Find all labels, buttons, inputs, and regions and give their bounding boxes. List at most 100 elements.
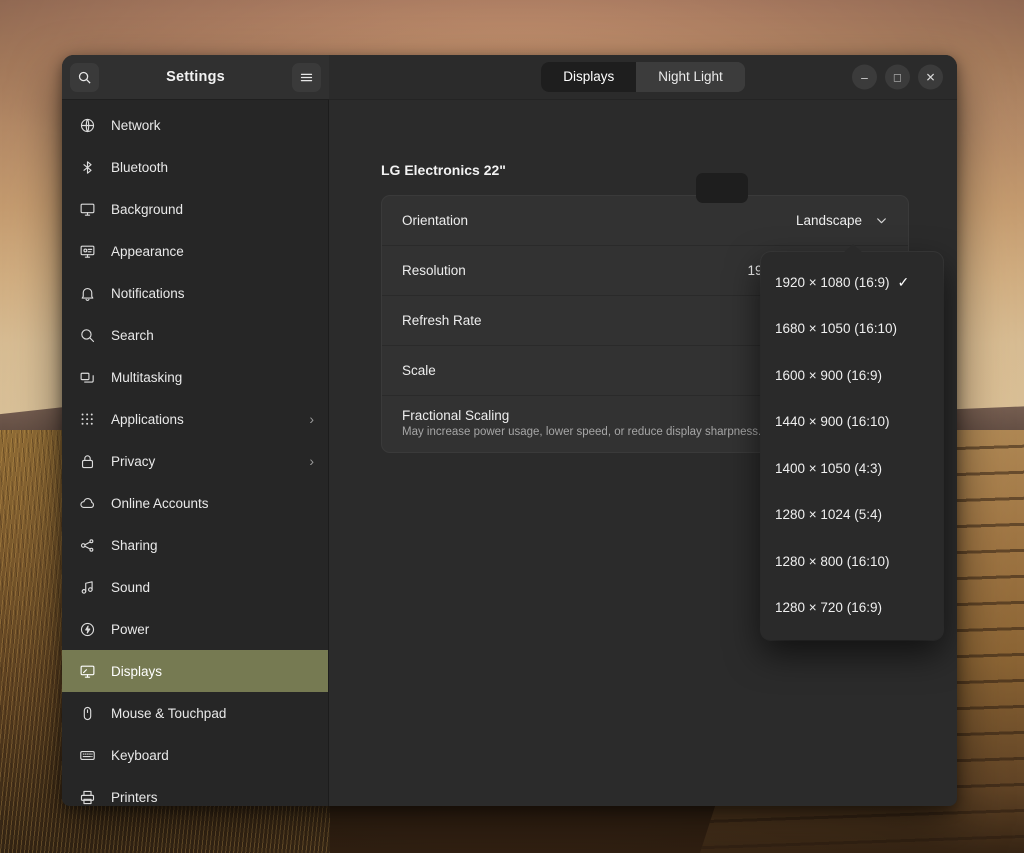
monitor-title: LG Electronics 22" [381,162,909,178]
sidebar-nav: Network Bluetooth Background Appearance Noti… [62,100,329,806]
sidebar-item-power[interactable]: Power [62,608,328,650]
resolution-dropdown-menu: 1920 × 1080 (16:9) ✓ 1680 × 1050 (16:10) 16… [761,252,943,640]
resolution-option[interactable]: 1680 × 1050 (16:10) [761,306,943,353]
display-icon [79,663,96,680]
scale-control-pill[interactable] [696,173,748,203]
sidebar-item-privacy[interactable]: Privacy › [62,440,328,482]
sidebar-item-label: Network [111,118,314,133]
sidebar-item-label: Power [111,622,314,637]
search-icon [77,70,92,85]
row-fractional-scaling-label: Fractional Scaling [402,408,509,423]
sidebar-item-applications[interactable]: Applications › [62,398,328,440]
sidebar-item-mouse-touchpad[interactable]: Mouse & Touchpad [62,692,328,734]
search-button[interactable] [70,63,99,92]
maximize-button[interactable]: □ [885,65,910,90]
row-orientation-label: Orientation [402,213,796,228]
cloud-icon [79,495,96,512]
sidebar-item-label: Sound [111,580,314,595]
sidebar-item-label: Search [111,328,314,343]
sidebar-item-sharing[interactable]: Sharing [62,524,328,566]
sidebar-item-multitasking[interactable]: Multitasking [62,356,328,398]
chevron-right-icon: › [309,453,314,469]
power-bolt-icon [79,621,96,638]
sidebar-item-printers[interactable]: Printers [62,776,328,806]
sidebar-item-search[interactable]: Search [62,314,328,356]
resolution-option[interactable]: 1440 × 900 (16:10) [761,399,943,446]
titlebar: Settings Displays Night Light [62,55,957,100]
row-fractional-scaling-description: May increase power usage, lower speed, o… [402,426,761,438]
desktop-wallpaper: Settings Displays Night Light [0,0,1024,853]
bluetooth-icon [79,159,96,176]
resolution-option-label: 1280 × 1024 (5:4) [775,507,882,522]
sidebar-item-label: Appearance [111,244,314,259]
tab-displays[interactable]: Displays [541,62,636,92]
window-controls: – □ ✕ [852,65,943,90]
grid-dots-icon [79,411,96,428]
share-icon [79,537,96,554]
resolution-option-label: 1400 × 1050 (4:3) [775,461,882,476]
sidebar-item-label: Background [111,202,314,217]
resolution-option[interactable]: 1600 × 900 (16:9) [761,352,943,399]
sidebar-item-label: Multitasking [111,370,314,385]
sidebar-item-label: Printers [111,790,314,805]
chevron-down-icon [875,214,888,227]
resolution-option-label: 1440 × 900 (16:10) [775,414,889,429]
printer-icon [79,789,96,806]
globe-icon [79,117,96,134]
sidebar-item-label: Notifications [111,286,314,301]
minimize-button[interactable]: – [852,65,877,90]
settings-window: Settings Displays Night Light [62,55,957,806]
sidebar-item-displays[interactable]: Displays [62,650,328,692]
resolution-option[interactable]: 1400 × 1050 (4:3) [761,445,943,492]
sidebar-item-label: Sharing [111,538,314,553]
sidebar-item-label: Keyboard [111,748,314,763]
monitor-icon [79,201,96,218]
resolution-option[interactable]: 1280 × 800 (16:10) [761,538,943,585]
tab-night-light[interactable]: Night Light [636,62,745,92]
sidebar-item-label: Displays [111,664,314,679]
resolution-option-label: 1680 × 1050 (16:10) [775,321,897,336]
row-resolution-label: Resolution [402,263,748,278]
sidebar-item-label: Bluetooth [111,160,314,175]
music-note-icon [79,579,96,596]
resolution-option[interactable]: 1920 × 1080 (16:9) ✓ [761,259,943,306]
resolution-option-label: 1920 × 1080 (16:9) [775,275,889,290]
bell-icon [79,285,96,302]
titlebar-main-header: Displays Night Light – □ ✕ [329,55,957,100]
window-title: Settings [105,69,286,85]
view-tabs: Displays Night Light [541,62,745,92]
lock-icon [79,453,96,470]
mouse-icon [79,705,96,722]
sidebar-item-appearance[interactable]: Appearance [62,230,328,272]
search-icon [79,327,96,344]
row-orientation-value[interactable]: Landscape [796,213,888,228]
sidebar-item-keyboard[interactable]: Keyboard [62,734,328,776]
sidebar-item-label: Mouse & Touchpad [111,706,314,721]
tab-displays-label: Displays [563,69,614,84]
sidebar-item-notifications[interactable]: Notifications [62,272,328,314]
check-icon: ✓ [897,274,911,291]
dropdown-pointer-arrow [843,244,863,253]
hamburger-menu-icon [299,70,314,85]
orientation-value-text: Landscape [796,213,862,228]
windows-icon [79,369,96,386]
sidebar-item-online-accounts[interactable]: Online Accounts [62,482,328,524]
titlebar-sidebar-header: Settings [62,55,329,100]
keyboard-icon [79,747,96,764]
close-button[interactable]: ✕ [918,65,943,90]
sidebar-item-label: Privacy [111,454,294,469]
sidebar-item-bluetooth[interactable]: Bluetooth [62,146,328,188]
resolution-option-label: 1280 × 800 (16:10) [775,554,889,569]
sidebar-item-sound[interactable]: Sound [62,566,328,608]
sidebar-item-label: Applications [111,412,294,427]
resolution-option[interactable]: 1280 × 720 (16:9) [761,585,943,632]
resolution-option[interactable]: 1280 × 1024 (5:4) [761,492,943,539]
sidebar-item-background[interactable]: Background [62,188,328,230]
chevron-right-icon: › [309,411,314,427]
sidebar-item-network[interactable]: Network [62,104,328,146]
tab-night-light-label: Night Light [658,69,723,84]
sidebar-item-label: Online Accounts [111,496,314,511]
appearance-icon [79,243,96,260]
hamburger-menu-button[interactable] [292,63,321,92]
row-orientation[interactable]: Orientation Landscape [382,196,908,246]
